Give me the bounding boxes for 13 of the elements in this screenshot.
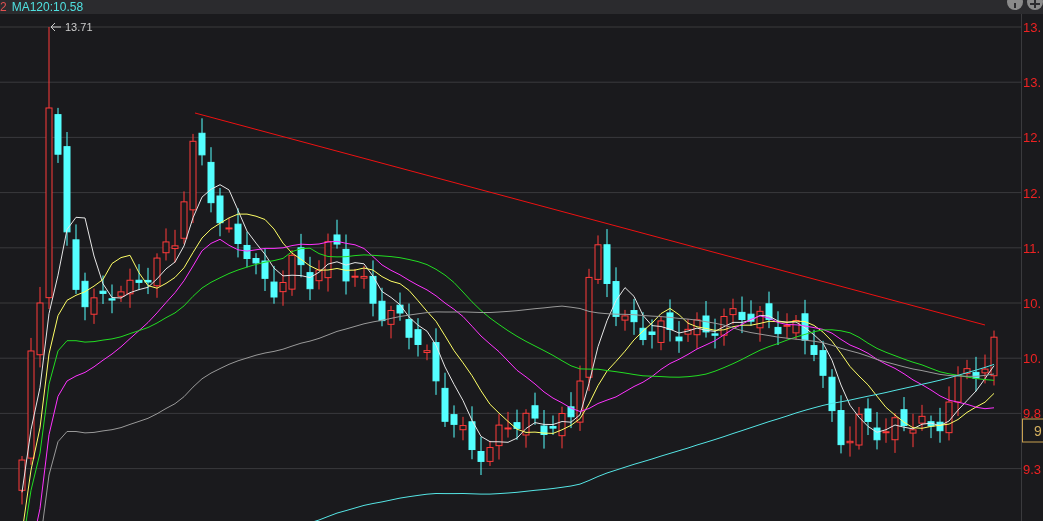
price-axis-label: 13.	[1023, 20, 1042, 35]
current-price-box: 9	[1022, 418, 1043, 443]
high-marker-arrow	[50, 22, 62, 32]
indicator-label-fragment: 2	[0, 0, 7, 14]
price-axis-label: 10.	[1023, 351, 1042, 367]
price-axis-label: 11.	[1023, 240, 1041, 256]
price-axis-label: 12.	[1023, 130, 1042, 146]
ma120-label: MA120:10.58	[11, 0, 84, 14]
price-axis-label: 9.3	[1023, 461, 1042, 477]
price-axis-label: 13.	[1023, 75, 1042, 91]
price-axis-label: 12.	[1023, 185, 1042, 201]
price-axis-label: 10.	[1023, 296, 1042, 311]
high-price-label: 13.71	[65, 21, 93, 33]
